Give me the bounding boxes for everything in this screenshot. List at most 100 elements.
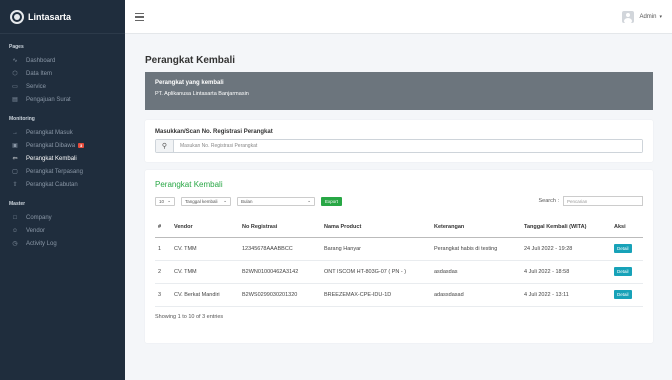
column-header[interactable]: # [155,217,171,238]
search-icon: ⚲ [156,140,174,152]
sidebar-item-company[interactable]: □ Company [0,211,125,224]
month-filter-select[interactable]: Bulan ⌄ [237,196,315,206]
sidebar-item-perangkat-cabutan[interactable]: ⇧ Perangkat Cabutan [0,178,125,191]
scan-card: Masukkan/Scan No. Registrasi Perangkat ⚲… [145,120,653,162]
sidebar-item-label: Data Item [26,70,53,77]
sidebar-item-service[interactable]: ▭ Service [0,80,125,93]
cell-registration: B2WS0299030201320 [239,283,321,307]
return-icon: ⇦ [12,156,18,162]
table-info: Showing 1 to 10 of 3 entries [155,313,224,320]
document-icon: ▤ [12,97,18,103]
sidebar-item-perangkat-dibawa[interactable]: ▣ Perangkat Dibawa 3 [0,139,125,152]
cell-action: Detail [611,260,643,284]
registration-input[interactable]: Masukan No. Registrasi Perangkat [174,140,642,152]
service-icon: ▭ [12,84,18,90]
sidebar-item-data-item[interactable]: ⬡ Data Item [0,67,125,80]
brand-name: Lintasarta [28,11,72,22]
table-search-input[interactable]: Pencarian [563,196,643,206]
menu-toggle-icon[interactable] [135,13,144,23]
table-row: 2 CV. TMM B2WN01000462A3142 ONT ISCOM HT… [155,260,643,284]
info-title: Perangkat yang kembali [155,80,224,86]
column-header[interactable]: Nama Product [321,217,431,238]
sidebar-item-vendor[interactable]: ☺ Vendor [0,224,125,237]
info-subtitle: PT. Aplikanusa Lintasarta Banjarmasin [155,91,249,97]
page-length-select[interactable]: 10 ⌄ [155,196,175,206]
sidebar-item-label: Pengajuan Surat [26,96,71,103]
sidebar-item-label: Dashboard [26,57,56,64]
cell-return-date: 24 Juli 2022 - 19:28 [521,237,611,261]
sidebar-item-perangkat-kembali[interactable]: ⇦ Perangkat Kembali [0,152,125,165]
briefcase-icon: ▣ [12,143,18,149]
sidebar-item-label: Perangkat Dibawa [26,142,76,149]
sidebar-item-perangkat-terpasang[interactable]: ▢ Perangkat Terpasang [0,165,125,178]
log-icon: ◷ [12,241,18,247]
column-header[interactable]: Tanggal Kembali (WITA) [521,217,611,238]
column-header[interactable]: No Registrasi [239,217,321,238]
cell-product: Barang Hanyar [321,237,431,261]
chevron-down-icon: ⌄ [223,198,227,203]
sidebar-item-label: Perangkat Terpasang [26,168,83,175]
sidebar-item-activity-log[interactable]: ◷ Activity Log [0,237,125,250]
section-title-master: Master [9,201,26,207]
activity-icon: ∿ [12,58,18,64]
column-header[interactable]: Vendor [171,217,239,238]
section-title-pages: Pages [9,44,24,50]
page-length-value: 10 [159,198,165,204]
sidebar-item-label: Perangkat Masuk [26,129,73,136]
sidebar-item-perangkat-masuk[interactable]: → Perangkat Masuk [0,126,125,139]
cell-registration: B2WN01000462A3142 [239,260,321,284]
cell-product: BREEZEMAX-CPE-IDU-1D [321,283,431,307]
sidebar-item-label: Activity Log [26,240,57,247]
search-label: Search : [538,198,559,204]
cell-return-date: 4 Juli 2022 - 18:58 [521,260,611,284]
date-filter-value: Tanggal kembali [185,198,218,204]
square-icon: □ [13,214,17,221]
cell-registration: 12345678AAABBCC [239,237,321,261]
login-icon: → [12,129,18,136]
section-title-monitoring: Monitoring [9,116,35,122]
cell-notes: Perangkat habis di testing [431,237,521,261]
sidebar-item-label: Vendor [26,227,46,234]
table-search: Search : Pencarian [539,196,643,206]
sidebar-item-dashboard[interactable]: ∿ Dashboard [0,54,125,67]
cell-vendor: CV. TMM [171,260,239,284]
table-card: Perangkat Kembali 10 ⌄ Tanggal kembali ⌄… [145,170,653,343]
date-filter-select[interactable]: Tanggal kembali ⌄ [181,196,231,206]
cell-product: ONT ISCOM HT-803G-07 ( PN - ) [321,260,431,284]
chevron-down-icon: ▾ [659,14,662,20]
page-title: Perangkat Kembali [145,55,236,66]
cell-action: Detail [611,237,643,261]
count-badge: 3 [78,143,85,148]
cell-notes: asdasdas [431,260,521,284]
info-box: Perangkat yang kembali PT. Aplikanusa Li… [145,72,653,110]
upload-icon: ⇧ [12,182,18,188]
user-name: Admin [639,14,657,20]
column-header[interactable]: Keterangan [431,217,521,238]
cell-return-date: 4 Juli 2022 - 13:11 [521,283,611,307]
lintasarta-logo-icon [10,9,24,24]
detail-button[interactable]: Detail [614,290,632,299]
avatar [622,11,635,23]
column-header[interactable]: Aksi [611,217,643,238]
box-icon: ⬡ [12,71,18,77]
table-row: 3 CV. Berkat Mandiri B2WS0299030201320 B… [155,283,643,307]
cell-no: 1 [155,237,171,261]
table-row: 1 CV. TMM 12345678AAABBCC Barang Hanyar … [155,237,643,261]
sidebar-item-label: Perangkat Kembali [26,155,77,162]
detail-button[interactable]: Detail [614,244,632,253]
export-button[interactable]: Export [321,196,343,206]
scan-label: Masukkan/Scan No. Registrasi Perangkat [155,129,273,135]
table-card-title: Perangkat Kembali [155,180,223,189]
users-icon: ☺ [11,227,19,234]
topbar: Admin ▾ [125,0,672,34]
sidebar-item-pengajuan-surat[interactable]: ▤ Pengajuan Surat [0,93,125,106]
detail-button[interactable]: Detail [614,267,632,276]
cell-action: Detail [611,283,643,307]
brand[interactable]: Lintasarta [0,0,125,34]
cell-no: 2 [155,260,171,284]
cell-no: 3 [155,283,171,307]
install-icon: ▢ [12,169,18,175]
user-menu[interactable]: Admin ▾ [622,11,662,23]
sidebar-item-label: Service [26,83,47,90]
cell-notes: adassdasad [431,283,521,307]
